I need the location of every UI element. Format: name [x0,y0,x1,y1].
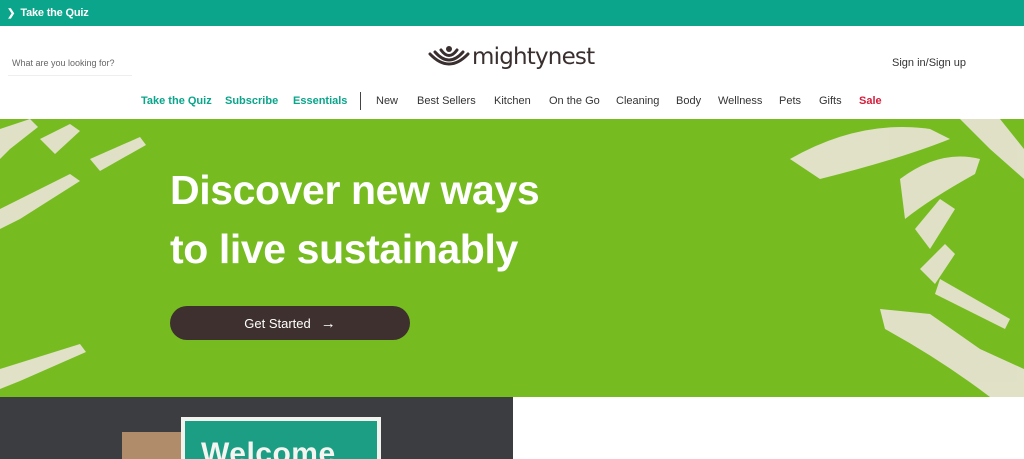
arrow-right-icon: → [320,314,336,332]
signin-link[interactable]: Sign in/Sign up [892,57,966,69]
search-input[interactable] [8,50,132,76]
nav-item-cleaning[interactable]: Cleaning [616,95,659,107]
welcome-box-text: Welcome [201,437,336,459]
nav-divider [360,92,361,110]
nav-item-take-the-quiz[interactable]: Take the Quiz [141,95,212,107]
main-nav: Take the Quiz Subscribe Essentials New B… [0,92,1024,112]
nav-item-subscribe[interactable]: Subscribe [225,95,278,107]
nav-item-sale[interactable]: Sale [859,95,882,107]
hero-banner: Discover new ways to live sustainably Ge… [0,119,1024,397]
hero-headline: Discover new ways to live sustainably [170,161,540,279]
announcement-bar[interactable]: ❯ Take the Quiz [0,0,1024,26]
promo-photo: Welcome [0,397,513,459]
hero-headline-line-2: to live sustainably [170,226,518,272]
nav-item-essentials[interactable]: Essentials [293,95,347,107]
site-logo[interactable]: mightynest [428,42,595,72]
nav-item-kitchen[interactable]: Kitchen [494,95,531,107]
nav-item-best-sellers[interactable]: Best Sellers [417,95,476,107]
logo-wordmark: mightynest [472,44,595,70]
nav-item-gifts[interactable]: Gifts [819,95,842,107]
site-header: mightynest Sign in/Sign up Take the Quiz… [0,26,1024,119]
hero-headline-line-1: Discover new ways [170,167,540,213]
announcement-quiz-link[interactable]: Take the Quiz [20,7,88,19]
nav-item-body[interactable]: Body [676,95,701,107]
nest-logo-icon [428,46,470,66]
nav-item-wellness[interactable]: Wellness [718,95,762,107]
get-started-label: Get Started [244,315,311,331]
nav-item-on-the-go[interactable]: On the Go [549,95,600,107]
welcome-box: Welcome [181,417,381,459]
get-started-button[interactable]: Get Started → [170,306,410,340]
nav-item-pets[interactable]: Pets [779,95,801,107]
chevron-right-icon: ❯ [7,7,16,19]
nav-item-new[interactable]: New [376,95,398,107]
